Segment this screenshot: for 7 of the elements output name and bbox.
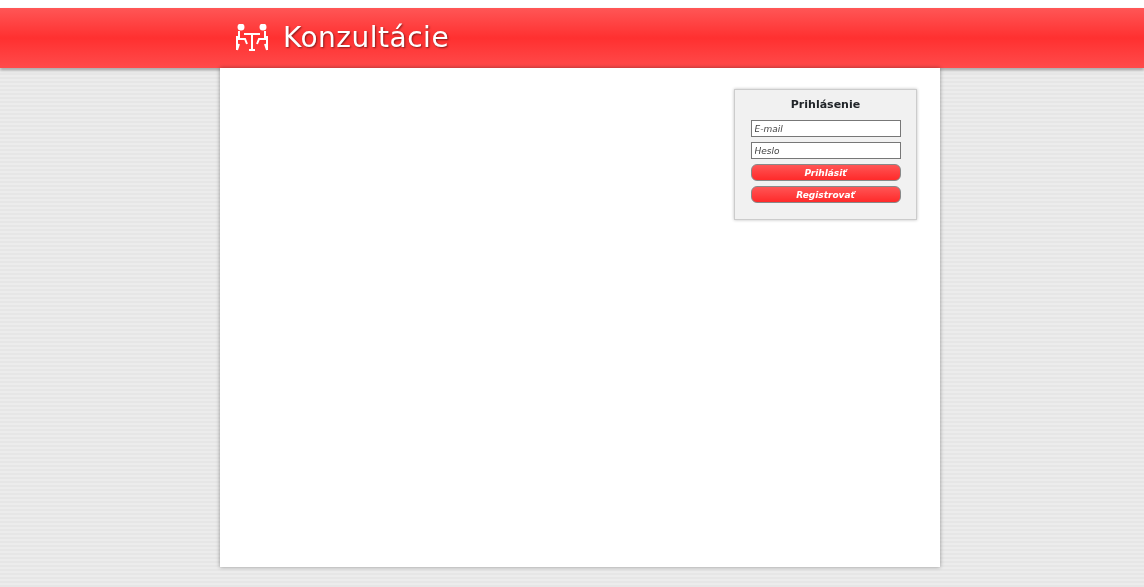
people-at-table-icon: [235, 24, 269, 52]
input-field[interactable]: E-mail: [750, 120, 901, 138]
submit-button[interactable]: Prihlásiť: [750, 164, 901, 182]
submit-button[interactable]: Registrovať: [750, 186, 901, 204]
app-title: Konzultácie: [283, 20, 450, 56]
input-field[interactable]: Heslo: [750, 142, 901, 160]
login-title: Prihlásenie: [790, 98, 861, 112]
